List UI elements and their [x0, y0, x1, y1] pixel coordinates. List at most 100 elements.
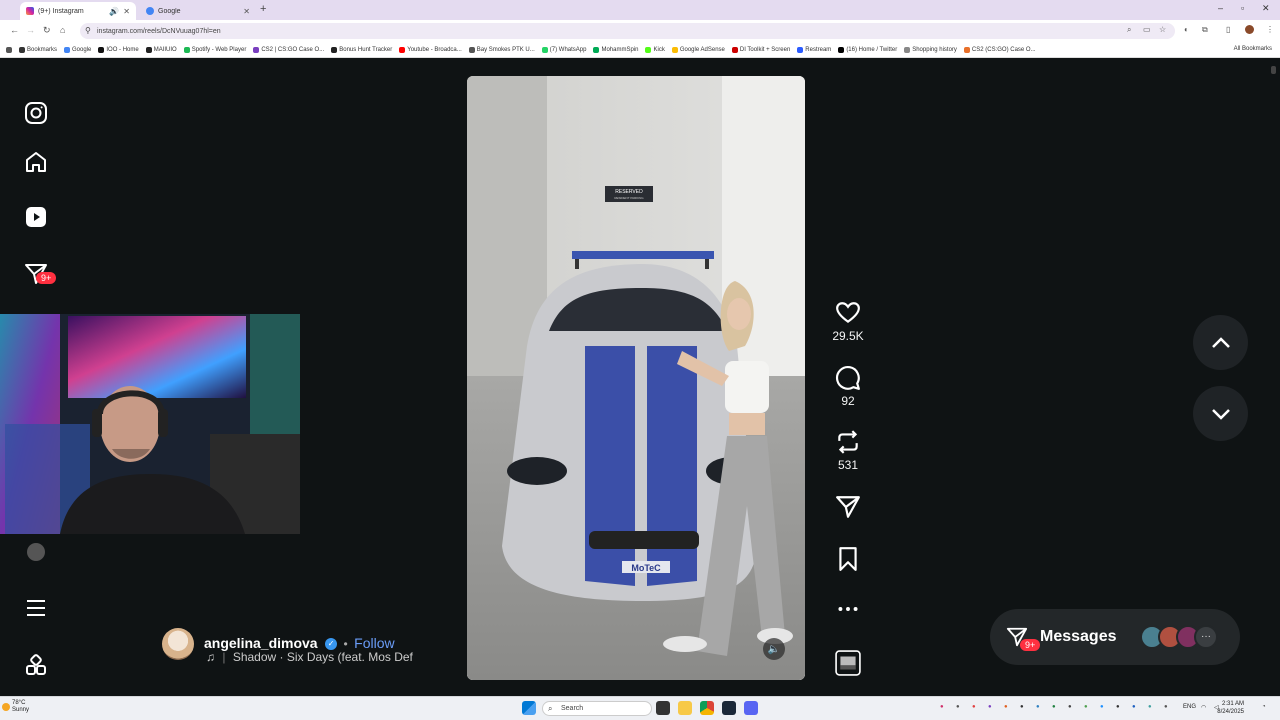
apps-grid-icon[interactable]: [6, 46, 12, 53]
tab-close-icon[interactable]: ✕: [243, 7, 250, 16]
bookmark-item[interactable]: MAIIUIO: [145, 46, 177, 53]
minimize-icon[interactable]: –: [1218, 3, 1223, 13]
weather-widget[interactable]: 78°C Sunny: [12, 700, 29, 714]
author-avatar[interactable]: [162, 628, 194, 660]
weather-icon[interactable]: [2, 703, 10, 711]
bookmark-item[interactable]: DI Toolkit + Screen: [731, 46, 790, 53]
tab-audio-icon[interactable]: 🔊: [109, 7, 119, 16]
tray-icon[interactable]: ●: [1148, 704, 1152, 710]
repost-icon[interactable]: [835, 429, 861, 455]
home-nav-icon[interactable]: [24, 150, 48, 174]
wifi-icon[interactable]: ◠: [1201, 704, 1206, 711]
taskbar-search[interactable]: ⌕ Search: [542, 701, 652, 716]
bookmark-item[interactable]: Spotify - Web Player: [183, 46, 246, 53]
tray-icon[interactable]: ●: [956, 704, 960, 710]
tray-icon[interactable]: ●: [1132, 704, 1136, 710]
tray-icon[interactable]: ●: [1116, 704, 1120, 710]
audio-thumbnail-icon[interactable]: [835, 650, 861, 676]
windows-start-icon[interactable]: [522, 701, 536, 715]
previous-reel-button[interactable]: [1193, 315, 1248, 370]
discord-icon[interactable]: [744, 701, 758, 715]
follow-button[interactable]: Follow: [354, 635, 394, 651]
maximize-icon[interactable]: ▫: [1241, 3, 1244, 13]
bookmark-item[interactable]: Bonus Hunt Tracker: [331, 46, 392, 53]
also-from-meta-icon[interactable]: [24, 653, 48, 677]
tray-icon[interactable]: ●: [1100, 704, 1104, 710]
next-reel-button[interactable]: [1193, 386, 1248, 441]
tab-instagram[interactable]: (9+) Instagram 🔊 ✕: [20, 2, 136, 20]
bookmark-item[interactable]: (16) Home / Twitter: [838, 46, 897, 53]
site-info-icon[interactable]: ⚲: [85, 26, 91, 35]
heart-icon[interactable]: [835, 300, 861, 326]
audio-thumbnail[interactable]: [832, 650, 864, 676]
page-scrollbar[interactable]: [1271, 66, 1276, 686]
bookmark-item[interactable]: Google: [64, 46, 91, 53]
share-icon[interactable]: [835, 494, 861, 520]
reload-icon[interactable]: ↻: [43, 25, 51, 36]
tray-icon[interactable]: ●: [1020, 704, 1024, 710]
more-menu-icon[interactable]: [24, 596, 48, 620]
bookmark-item[interactable]: Shopping history: [904, 46, 957, 53]
sidepanel-icon[interactable]: ▯: [1226, 25, 1230, 34]
tray-icon[interactable]: ●: [1036, 704, 1040, 710]
steam-icon[interactable]: [722, 701, 736, 715]
menu-kebab-icon[interactable]: ⋮: [1266, 25, 1274, 34]
home-icon[interactable]: ⌂: [60, 25, 65, 35]
volume-icon[interactable]: 🔈: [763, 638, 785, 660]
close-window-icon[interactable]: ✕: [1262, 3, 1270, 14]
bookmark-item[interactable]: Bay Smokes PTK U...: [468, 46, 535, 53]
profile-avatar[interactable]: [1245, 25, 1254, 34]
tray-icon[interactable]: ●: [1084, 704, 1088, 710]
more-options-action[interactable]: [832, 596, 864, 622]
chrome-icon[interactable]: [700, 701, 714, 715]
bookmark-item[interactable]: Restream: [797, 46, 831, 53]
language-indicator[interactable]: ENG: [1183, 704, 1196, 710]
new-tab-icon[interactable]: +: [260, 3, 266, 15]
extension-icon[interactable]: ◐: [1184, 25, 1189, 34]
bookmark-star-icon[interactable]: ☆: [1159, 25, 1166, 34]
microphone-icon[interactable]: ●: [1164, 704, 1168, 710]
file-explorer-icon[interactable]: [678, 701, 692, 715]
audio-track[interactable]: ♫ | Shadow · Six Days (feat. Mos Def: [206, 650, 413, 664]
comment-action[interactable]: 92: [832, 365, 864, 408]
all-bookmarks[interactable]: All Bookmarks: [1234, 46, 1272, 52]
bookmark-item[interactable]: IOO - Home: [98, 46, 139, 53]
tray-icon[interactable]: ●: [1052, 704, 1056, 710]
reels-nav-icon[interactable]: [24, 205, 48, 229]
author-username[interactable]: angelina_dimova: [204, 635, 318, 651]
tab-google[interactable]: Google ✕: [140, 2, 256, 20]
bookmark-icon[interactable]: [835, 546, 861, 572]
instagram-logo-icon[interactable]: [24, 101, 48, 125]
tray-icon[interactable]: ●: [972, 704, 976, 710]
bookmark-item[interactable]: CS2 (CS:GO) Case O...: [963, 46, 1036, 53]
task-view-icon[interactable]: [656, 701, 670, 715]
cast-icon[interactable]: ▭: [1143, 25, 1151, 34]
save-action[interactable]: [832, 546, 864, 572]
bookmark-item[interactable]: CS2 | CS:GO Case O...: [253, 46, 324, 53]
address-bar[interactable]: ⚲ instagram.com/reels/DcNVuuag07hl=en: [80, 23, 1175, 39]
bookmark-item[interactable]: Youtube - Broadca...: [399, 46, 462, 53]
back-icon[interactable]: ←: [10, 25, 19, 35]
bookmark-item[interactable]: MohammSpin: [593, 46, 638, 53]
tray-icon[interactable]: ●: [988, 704, 992, 710]
bookmark-item[interactable]: Google AdSense: [671, 46, 725, 53]
forward-icon[interactable]: →: [26, 25, 35, 35]
tab-close-icon[interactable]: ✕: [123, 7, 130, 16]
tray-icon[interactable]: ●: [1004, 704, 1008, 710]
like-action[interactable]: 29.5K: [832, 300, 864, 343]
repost-action[interactable]: 531: [832, 429, 864, 472]
puzzle-icon[interactable]: ⧉: [1202, 25, 1208, 35]
comment-icon[interactable]: [835, 365, 861, 391]
profile-avatar-nav[interactable]: [27, 543, 45, 561]
share-action[interactable]: [832, 494, 864, 520]
notification-bell-icon[interactable]: ◔: [1262, 704, 1266, 710]
reel-video[interactable]: RESERVED RESIDENT PARKING MoTeC 🔈: [467, 76, 805, 680]
bookmark-item[interactable]: Bookmarks: [19, 46, 57, 53]
system-clock[interactable]: 2:31 AM 8/24/2025: [1217, 700, 1244, 716]
more-dots-icon[interactable]: [835, 596, 861, 622]
messages-button[interactable]: 9+ Messages ···: [990, 609, 1240, 665]
tray-icon[interactable]: ●: [940, 704, 944, 710]
zoom-icon[interactable]: ⌕: [1127, 25, 1131, 35]
bookmark-item[interactable]: (7) WhatsApp: [541, 46, 586, 53]
bookmark-item[interactable]: Kick: [645, 46, 665, 53]
